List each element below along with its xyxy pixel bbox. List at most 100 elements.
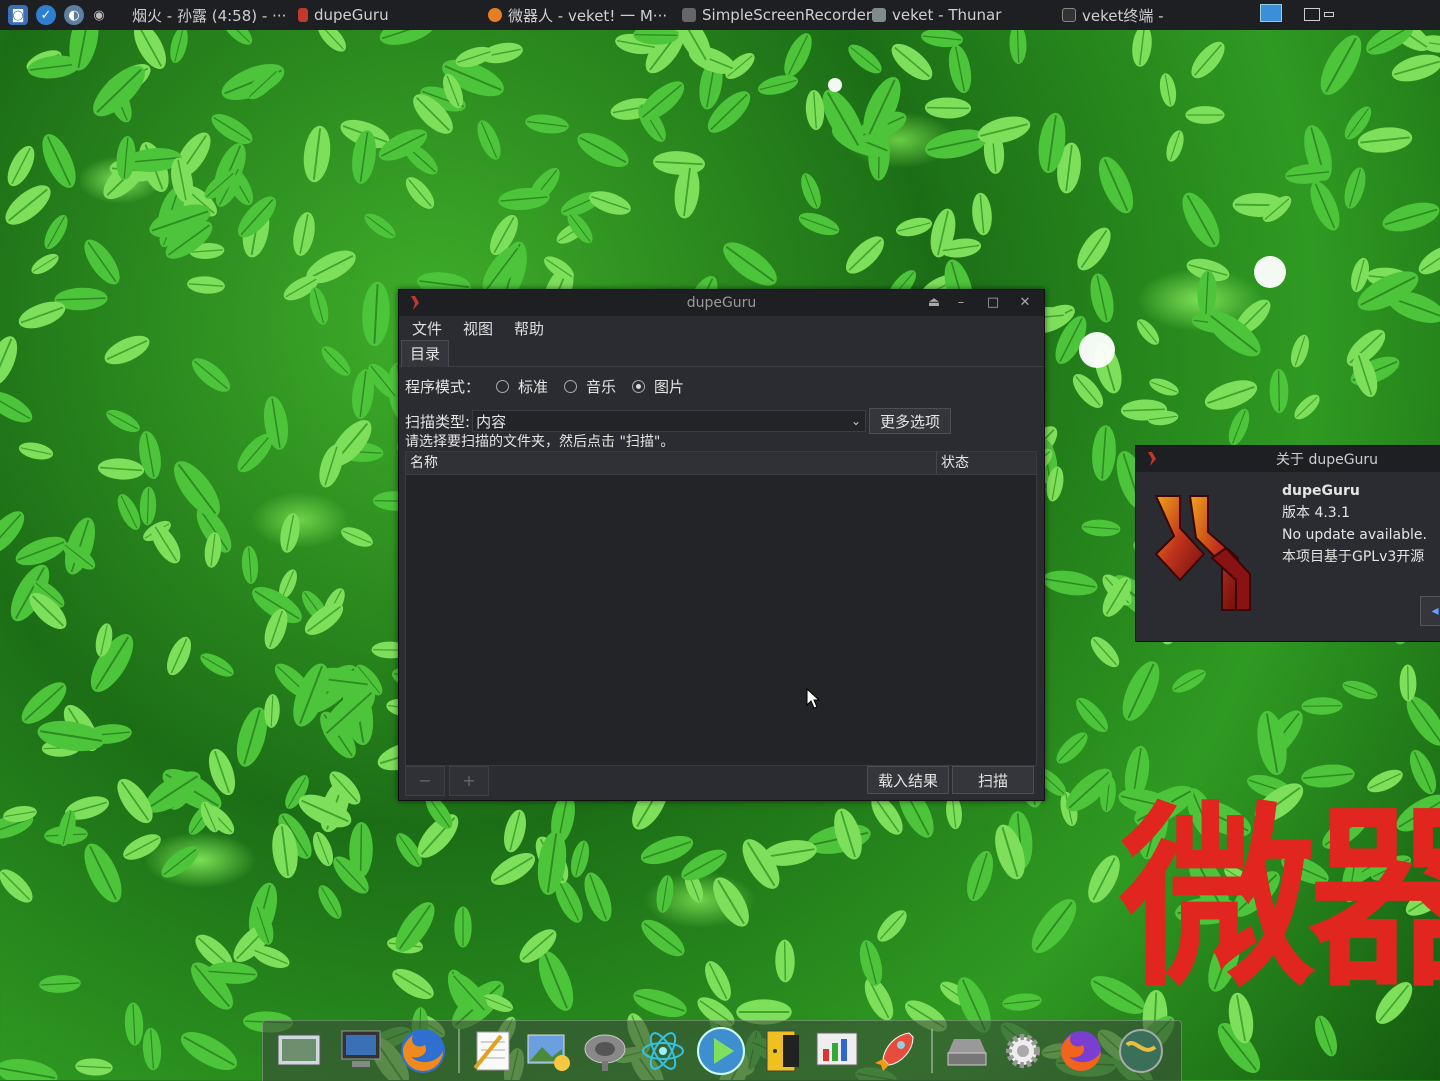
dock-separator	[931, 1029, 933, 1073]
menu-bar: 文件 视图 帮助	[399, 316, 1044, 340]
radio-standard[interactable]	[496, 380, 510, 393]
dock-computer[interactable]	[335, 1025, 387, 1077]
minimize-icon[interactable]: –	[950, 292, 972, 314]
menu-view[interactable]: 视图	[463, 318, 493, 339]
instruction-text: 请选择要扫描的文件夹，然后点击 "扫描"。	[405, 434, 675, 450]
task-label: SimpleScreenRecorder	[702, 6, 873, 24]
workspace-icon[interactable]	[1304, 8, 1320, 21]
about-action-button[interactable]: ◂	[1420, 596, 1440, 626]
radio-picture[interactable]	[632, 380, 646, 393]
dupeguru-icon	[298, 8, 308, 22]
computer-icon	[341, 1030, 381, 1067]
app-mode-row: 程序模式： 标准 音乐 图片	[405, 376, 684, 397]
dock-firefox-2[interactable]	[1055, 1025, 1107, 1077]
recorder-icon	[682, 8, 696, 22]
dock-monitor[interactable]	[811, 1025, 863, 1077]
firefox-icon	[1061, 1031, 1101, 1071]
play-icon	[697, 1027, 745, 1075]
task-label: veket - Thunar	[892, 6, 1002, 24]
about-update-status: No update available.	[1282, 527, 1427, 543]
task-label: 微器人 - veket! 一 M···	[508, 6, 668, 25]
about-title: 关于 dupeGuru	[1276, 452, 1379, 468]
dupeguru-window: dupeGuru ⏏ – □ ✕ 文件 视图 帮助 目录 程序模式： 标准 音乐…	[398, 289, 1045, 801]
screenshot-icon[interactable]: ◙	[8, 5, 28, 25]
desktop-icon	[277, 1034, 321, 1066]
task-dupeguru[interactable]: dupeGuru	[298, 0, 389, 30]
dock-browser[interactable]	[1115, 1025, 1167, 1077]
window-title: dupeGuru	[686, 295, 757, 311]
dock-exit[interactable]	[755, 1025, 807, 1077]
task-terminal[interactable]: veket终端 -	[1062, 0, 1164, 30]
scan-type-label: 扫描类型:	[405, 412, 471, 431]
task-label: 烟火 - 孙露 (4:58) - ···	[132, 6, 287, 25]
network-icon[interactable]: ◐	[64, 5, 84, 25]
mouse-cursor-icon	[806, 688, 820, 709]
dock-settings[interactable]	[997, 1025, 1049, 1077]
radio-music[interactable]	[564, 380, 578, 393]
dock-launcher[interactable]	[869, 1025, 921, 1077]
task-thunar[interactable]: veket - Thunar	[872, 0, 1001, 30]
dock-desktop[interactable]	[273, 1025, 325, 1077]
menu-help[interactable]: 帮助	[514, 318, 544, 339]
remove-folder-button[interactable]: −	[405, 766, 445, 796]
column-name[interactable]: 名称	[406, 452, 936, 474]
dock-drive[interactable]	[941, 1025, 993, 1077]
directory-table[interactable]: 名称 状态	[405, 451, 1037, 766]
radio-standard-label[interactable]: 标准	[518, 376, 548, 397]
about-titlebar[interactable]: 关于 dupeGuru	[1136, 446, 1440, 472]
task-music-player[interactable]: 烟火 - 孙露 (4:58) - ···	[132, 0, 286, 30]
exit-door-icon	[766, 1030, 799, 1072]
task-firefox[interactable]: 微器人 - veket! 一 M···	[488, 0, 667, 30]
dock-media-player[interactable]	[695, 1025, 747, 1077]
menu-file[interactable]: 文件	[412, 318, 442, 339]
about-app-name: dupeGuru	[1282, 483, 1360, 499]
task-label: veket终端 -	[1082, 6, 1164, 25]
checkmark-icon[interactable]: ✓	[36, 5, 56, 25]
close-icon[interactable]: ✕	[1014, 292, 1036, 314]
dock-text-editor[interactable]	[467, 1025, 519, 1077]
bottom-toolbar: − + 载入结果 扫描	[405, 766, 1035, 796]
dock-audio-player[interactable]	[579, 1025, 631, 1077]
top-panel: ◙ ✓ ◐ ◉ 烟火 - 孙露 (4:58) - ··· dupeGuru 微器…	[0, 0, 1440, 30]
scan-type-select[interactable]: 内容 ⌄	[472, 410, 867, 432]
scan-button[interactable]: 扫描	[952, 766, 1034, 794]
dupeguru-logo-icon	[1148, 452, 1156, 466]
column-state[interactable]: 状态	[936, 452, 1034, 474]
about-license: 本项目基于GPLv3开源	[1282, 549, 1425, 565]
folder-icon	[872, 8, 886, 22]
maximize-icon[interactable]: □	[982, 292, 1004, 314]
workspace-mini-icon[interactable]	[1324, 12, 1334, 17]
firefox-icon	[401, 1029, 445, 1073]
dock-atom-app[interactable]	[637, 1025, 689, 1077]
radio-picture-label[interactable]: 图片	[654, 376, 684, 397]
about-dialog: 关于 dupeGuru dupeGuru 版本 4.3.1 No update …	[1135, 445, 1440, 642]
system-monitor-icon	[816, 1032, 858, 1066]
task-screen-recorder[interactable]: SimpleScreenRecorder	[682, 0, 872, 30]
notepad-icon	[473, 1031, 510, 1071]
add-folder-button[interactable]: +	[449, 766, 489, 796]
atom-icon	[642, 1032, 684, 1070]
gear-icon	[1006, 1034, 1040, 1068]
table-header: 名称 状态	[406, 452, 1036, 475]
dock-separator	[458, 1029, 460, 1073]
task-label: dupeGuru	[314, 6, 389, 24]
audio-icon	[584, 1034, 626, 1071]
record-icon[interactable]: ◉	[92, 5, 106, 25]
dock-image-viewer[interactable]	[523, 1025, 575, 1077]
terminal-icon	[1062, 8, 1076, 22]
radio-music-label[interactable]: 音乐	[586, 376, 616, 397]
rocket-icon	[875, 1032, 914, 1071]
load-results-button[interactable]: 载入结果	[867, 766, 949, 794]
tab-directories[interactable]: 目录	[401, 340, 450, 367]
monitor-icon[interactable]	[1260, 4, 1282, 22]
more-options-button[interactable]: 更多选项	[869, 408, 952, 434]
dupeguru-big-logo-icon	[1154, 495, 1251, 611]
dock-firefox[interactable]	[397, 1025, 449, 1077]
keep-above-icon[interactable]: ⏏	[923, 292, 945, 314]
scan-type-value: 内容	[476, 412, 507, 431]
app-mode-label: 程序模式：	[405, 378, 481, 396]
window-titlebar[interactable]: dupeGuru ⏏ – □ ✕	[399, 290, 1044, 316]
globe-icon	[1119, 1029, 1163, 1073]
overlay-text: 微器	[1120, 786, 1440, 1014]
tab-bar: 目录	[399, 340, 1044, 367]
